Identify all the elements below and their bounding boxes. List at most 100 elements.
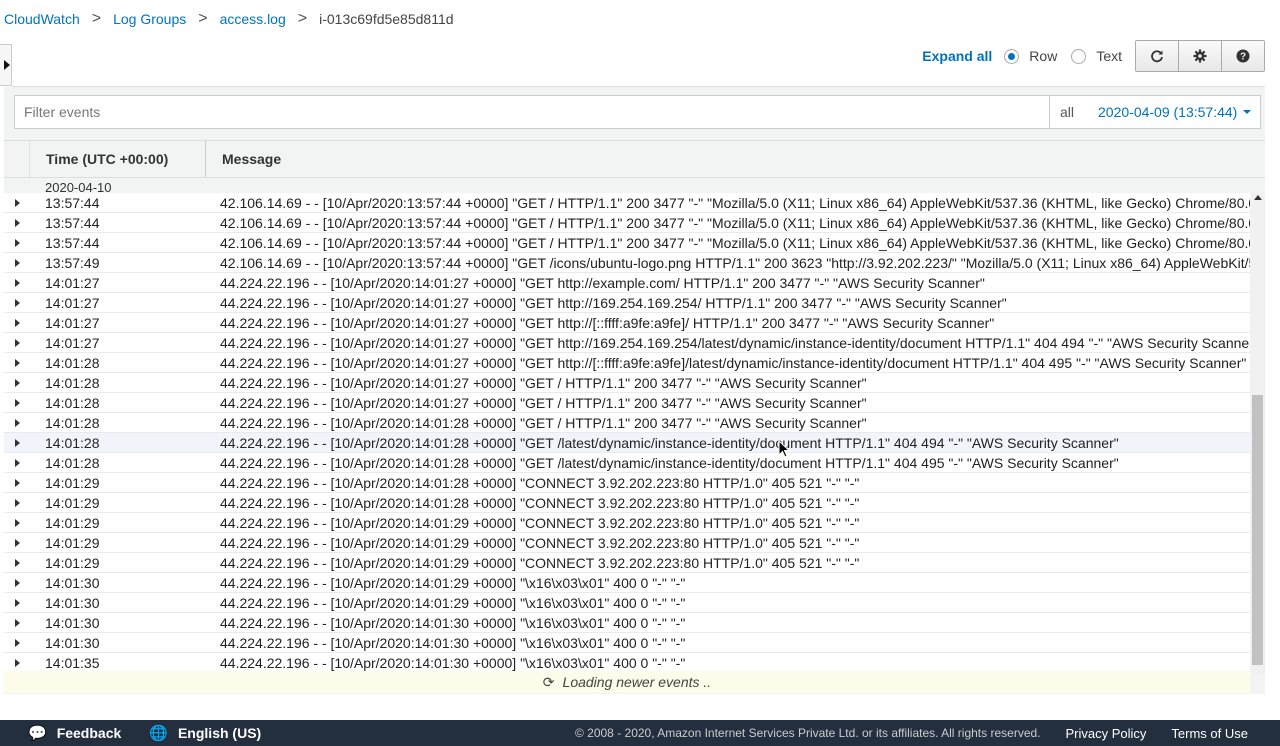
expand-row-caret[interactable] (4, 378, 30, 387)
log-event-row[interactable]: 14:01:27 44.224.22.196 - - [10/Apr/2020:1… (4, 333, 1250, 353)
log-event-time: 14:01:30 (45, 614, 100, 631)
scrollbar-thumb[interactable] (1252, 395, 1263, 665)
view-text-radio[interactable]: Text (1071, 48, 1122, 64)
caret-right-icon (14, 498, 20, 507)
log-event-row[interactable]: 14:01:30 44.224.22.196 - - [10/Apr/2020:1… (4, 573, 1250, 593)
expand-row-caret[interactable] (4, 338, 30, 347)
log-event-message: 44.224.22.196 - - [10/Apr/2020:14:01:29 … (220, 514, 860, 531)
help-button[interactable]: ? (1221, 40, 1265, 72)
time-range-selector[interactable]: all 2020-04-09 (13:57:44) (1050, 95, 1261, 129)
log-event-row[interactable]: 14:01:30 44.224.22.196 - - [10/Apr/2020:1… (4, 633, 1250, 653)
gear-icon (1193, 49, 1207, 63)
log-event-message: 44.224.22.196 - - [10/Apr/2020:14:01:27 … (220, 314, 995, 331)
log-event-row[interactable]: 14:01:29 44.224.22.196 - - [10/Apr/2020:1… (4, 513, 1250, 533)
help-icon: ? (1236, 49, 1250, 63)
log-events-panel: all 2020-04-09 (13:57:44) Time (UTC +00:… (4, 87, 1265, 694)
expand-row-caret[interactable] (4, 518, 30, 527)
language-selector[interactable]: 🌐 English (US) (149, 724, 261, 742)
log-event-row[interactable]: 14:01:27 44.224.22.196 - - [10/Apr/2020:1… (4, 273, 1250, 293)
time-range-date[interactable]: 2020-04-09 (13:57:44) (1098, 104, 1237, 120)
expand-row-caret[interactable] (4, 318, 30, 327)
view-text-label: Text (1096, 48, 1122, 64)
feedback-link[interactable]: 💬 Feedback (28, 724, 121, 742)
log-event-time: 13:57:44 (45, 194, 100, 211)
breadcrumb-access-log[interactable]: access.log (220, 11, 286, 27)
breadcrumb-separator: > (297, 10, 308, 27)
log-event-row[interactable]: 14:01:27 44.224.22.196 - - [10/Apr/2020:1… (4, 293, 1250, 313)
log-event-row[interactable]: 14:01:35 44.224.22.196 - - [10/Apr/2020:1… (4, 653, 1250, 673)
radio-unselected-icon[interactable] (1071, 48, 1087, 64)
expand-row-caret[interactable] (4, 238, 30, 247)
caret-right-icon (14, 558, 20, 567)
log-event-row[interactable]: 14:01:28 44.224.22.196 - - [10/Apr/2020:1… (4, 453, 1250, 473)
expand-row-caret[interactable] (4, 418, 30, 427)
privacy-policy-link[interactable]: Privacy Policy (1066, 726, 1147, 741)
side-panel-toggle[interactable] (0, 44, 12, 86)
time-range-all-label[interactable]: all (1050, 104, 1084, 120)
settings-button[interactable] (1178, 40, 1222, 72)
filter-events-input[interactable] (14, 95, 1050, 129)
expand-row-caret[interactable] (4, 598, 30, 607)
log-event-row[interactable]: 14:01:29 44.224.22.196 - - [10/Apr/2020:1… (4, 493, 1250, 513)
expand-row-caret[interactable] (4, 258, 30, 267)
log-event-message: 44.224.22.196 - - [10/Apr/2020:14:01:28 … (220, 494, 860, 511)
log-event-row[interactable]: 14:01:28 44.224.22.196 - - [10/Apr/2020:1… (4, 433, 1250, 453)
expand-row-caret[interactable] (4, 618, 30, 627)
refresh-button[interactable] (1135, 40, 1179, 72)
expand-row-caret[interactable] (4, 278, 30, 287)
expand-row-caret[interactable] (4, 218, 30, 227)
log-event-row[interactable]: 14:01:28 44.224.22.196 - - [10/Apr/2020:1… (4, 393, 1250, 413)
view-row-label: Row (1029, 48, 1058, 64)
log-event-row[interactable]: 14:01:27 44.224.22.196 - - [10/Apr/2020:1… (4, 313, 1250, 333)
log-event-row[interactable]: 13:57:49 42.106.14.69 - - [10/Apr/2020:13… (4, 253, 1250, 273)
scrollbar[interactable] (1250, 193, 1265, 675)
caret-right-icon (14, 478, 20, 487)
log-event-row[interactable]: 14:01:28 44.224.22.196 - - [10/Apr/2020:1… (4, 353, 1250, 373)
log-event-row[interactable]: 14:01:29 44.224.22.196 - - [10/Apr/2020:1… (4, 553, 1250, 573)
log-event-time: 14:01:30 (45, 634, 100, 651)
message-column-header[interactable]: Message (206, 141, 1265, 177)
log-event-message: 44.224.22.196 - - [10/Apr/2020:14:01:29 … (220, 574, 686, 591)
log-event-row[interactable]: 13:57:44 42.106.14.69 - - [10/Apr/2020:13… (4, 213, 1250, 233)
expand-row-caret[interactable] (4, 498, 30, 507)
log-event-row[interactable]: 14:01:28 44.224.22.196 - - [10/Apr/2020:1… (4, 373, 1250, 393)
copyright-text: © 2008 - 2020, Amazon Internet Services … (574, 726, 1041, 740)
expand-row-caret[interactable] (4, 438, 30, 447)
log-event-time: 14:01:28 (45, 394, 100, 411)
breadcrumb-log-groups[interactable]: Log Groups (113, 11, 186, 27)
log-event-row[interactable]: 13:57:44 42.106.14.69 - - [10/Apr/2020:13… (4, 233, 1250, 253)
terms-of-use-link[interactable]: Terms of Use (1171, 726, 1248, 741)
expand-row-caret[interactable] (4, 198, 30, 207)
log-event-time: 13:57:44 (45, 234, 100, 251)
log-event-row[interactable]: 14:01:28 44.224.22.196 - - [10/Apr/2020:1… (4, 413, 1250, 433)
log-event-row[interactable]: 13:57:44 42.106.14.69 - - [10/Apr/2020:13… (4, 193, 1250, 213)
time-column-header[interactable]: Time (UTC +00:00) (30, 141, 206, 177)
log-event-time: 14:01:28 (45, 414, 100, 431)
expand-row-caret[interactable] (4, 658, 30, 667)
log-event-row[interactable]: 14:01:30 44.224.22.196 - - [10/Apr/2020:1… (4, 593, 1250, 613)
speech-bubble-icon: 💬 (28, 725, 47, 742)
caret-right-icon (14, 358, 20, 367)
log-event-row[interactable]: 14:01:29 44.224.22.196 - - [10/Apr/2020:1… (4, 473, 1250, 493)
caret-right-icon (14, 378, 20, 387)
view-row-radio[interactable]: Row (1004, 48, 1057, 64)
expand-row-caret[interactable] (4, 638, 30, 647)
expand-row-caret[interactable] (4, 538, 30, 547)
log-event-row[interactable]: 14:01:29 44.224.22.196 - - [10/Apr/2020:1… (4, 533, 1250, 553)
caret-right-icon (14, 278, 20, 287)
loading-text: Loading newer events .. (562, 674, 712, 690)
radio-selected-icon[interactable] (1004, 48, 1020, 64)
expand-row-caret[interactable] (4, 398, 30, 407)
expand-row-caret[interactable] (4, 458, 30, 467)
breadcrumb-cloudwatch[interactable]: CloudWatch (4, 11, 80, 27)
scroll-up-icon[interactable] (1254, 195, 1262, 200)
expand-row-caret[interactable] (4, 298, 30, 307)
log-event-message: 44.224.22.196 - - [10/Apr/2020:14:01:30 … (220, 614, 686, 631)
expand-all-link[interactable]: Expand all (922, 48, 992, 64)
caret-right-icon (14, 638, 20, 647)
expand-row-caret[interactable] (4, 358, 30, 367)
expand-row-caret[interactable] (4, 558, 30, 567)
expand-row-caret[interactable] (4, 478, 30, 487)
log-event-row[interactable]: 14:01:30 44.224.22.196 - - [10/Apr/2020:1… (4, 613, 1250, 633)
expand-row-caret[interactable] (4, 578, 30, 587)
